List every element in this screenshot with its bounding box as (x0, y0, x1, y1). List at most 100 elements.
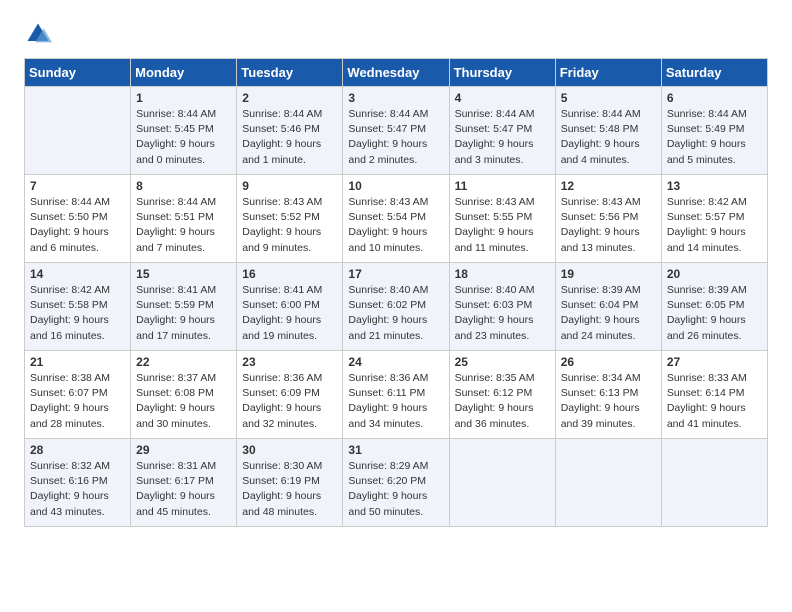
day-info: Sunrise: 8:44 AM Sunset: 5:51 PM Dayligh… (136, 195, 231, 256)
daylight: Daylight: 9 hours and 13 minutes. (561, 226, 640, 253)
day-info: Sunrise: 8:39 AM Sunset: 6:04 PM Dayligh… (561, 283, 656, 344)
calendar-cell: 12 Sunrise: 8:43 AM Sunset: 5:56 PM Dayl… (555, 175, 661, 263)
day-info: Sunrise: 8:37 AM Sunset: 6:08 PM Dayligh… (136, 371, 231, 432)
day-info: Sunrise: 8:43 AM Sunset: 5:54 PM Dayligh… (348, 195, 443, 256)
logo (24, 20, 56, 48)
calendar-cell: 3 Sunrise: 8:44 AM Sunset: 5:47 PM Dayli… (343, 87, 449, 175)
sunset: Sunset: 6:12 PM (455, 387, 533, 399)
daylight: Daylight: 9 hours and 41 minutes. (667, 402, 746, 429)
daylight: Daylight: 9 hours and 26 minutes. (667, 314, 746, 341)
sunrise: Sunrise: 8:29 AM (348, 460, 428, 472)
calendar-cell: 13 Sunrise: 8:42 AM Sunset: 5:57 PM Dayl… (661, 175, 767, 263)
day-info: Sunrise: 8:34 AM Sunset: 6:13 PM Dayligh… (561, 371, 656, 432)
calendar-cell: 16 Sunrise: 8:41 AM Sunset: 6:00 PM Dayl… (237, 263, 343, 351)
day-number: 27 (667, 355, 762, 369)
sunset: Sunset: 5:52 PM (242, 211, 320, 223)
daylight: Daylight: 9 hours and 16 minutes. (30, 314, 109, 341)
day-number: 17 (348, 267, 443, 281)
day-number: 21 (30, 355, 125, 369)
day-info: Sunrise: 8:39 AM Sunset: 6:05 PM Dayligh… (667, 283, 762, 344)
sunset: Sunset: 6:13 PM (561, 387, 639, 399)
sunset: Sunset: 5:46 PM (242, 123, 320, 135)
calendar-day-header: Tuesday (237, 59, 343, 87)
sunrise: Sunrise: 8:44 AM (136, 108, 216, 120)
sunrise: Sunrise: 8:39 AM (561, 284, 641, 296)
calendar-cell: 27 Sunrise: 8:33 AM Sunset: 6:14 PM Dayl… (661, 351, 767, 439)
day-number: 9 (242, 179, 337, 193)
calendar-day-header: Monday (131, 59, 237, 87)
daylight: Daylight: 9 hours and 39 minutes. (561, 402, 640, 429)
calendar-cell: 17 Sunrise: 8:40 AM Sunset: 6:02 PM Dayl… (343, 263, 449, 351)
calendar-cell: 4 Sunrise: 8:44 AM Sunset: 5:47 PM Dayli… (449, 87, 555, 175)
daylight: Daylight: 9 hours and 2 minutes. (348, 138, 427, 165)
sunrise: Sunrise: 8:43 AM (348, 196, 428, 208)
sunset: Sunset: 5:57 PM (667, 211, 745, 223)
day-info: Sunrise: 8:44 AM Sunset: 5:47 PM Dayligh… (348, 107, 443, 168)
calendar-cell: 8 Sunrise: 8:44 AM Sunset: 5:51 PM Dayli… (131, 175, 237, 263)
sunrise: Sunrise: 8:42 AM (667, 196, 747, 208)
calendar-table: SundayMondayTuesdayWednesdayThursdayFrid… (24, 58, 768, 527)
sunrise: Sunrise: 8:43 AM (561, 196, 641, 208)
calendar-cell (449, 439, 555, 527)
sunrise: Sunrise: 8:44 AM (561, 108, 641, 120)
sunrise: Sunrise: 8:36 AM (348, 372, 428, 384)
calendar-cell: 11 Sunrise: 8:43 AM Sunset: 5:55 PM Dayl… (449, 175, 555, 263)
calendar-cell: 2 Sunrise: 8:44 AM Sunset: 5:46 PM Dayli… (237, 87, 343, 175)
day-info: Sunrise: 8:32 AM Sunset: 6:16 PM Dayligh… (30, 459, 125, 520)
day-info: Sunrise: 8:35 AM Sunset: 6:12 PM Dayligh… (455, 371, 550, 432)
day-number: 8 (136, 179, 231, 193)
calendar-day-header: Sunday (25, 59, 131, 87)
calendar-cell: 9 Sunrise: 8:43 AM Sunset: 5:52 PM Dayli… (237, 175, 343, 263)
daylight: Daylight: 9 hours and 45 minutes. (136, 490, 215, 517)
day-number: 14 (30, 267, 125, 281)
day-info: Sunrise: 8:44 AM Sunset: 5:48 PM Dayligh… (561, 107, 656, 168)
sunset: Sunset: 5:55 PM (455, 211, 533, 223)
day-number: 4 (455, 91, 550, 105)
calendar-week-row: 1 Sunrise: 8:44 AM Sunset: 5:45 PM Dayli… (25, 87, 768, 175)
daylight: Daylight: 9 hours and 9 minutes. (242, 226, 321, 253)
day-number: 31 (348, 443, 443, 457)
day-number: 30 (242, 443, 337, 457)
day-info: Sunrise: 8:40 AM Sunset: 6:03 PM Dayligh… (455, 283, 550, 344)
day-info: Sunrise: 8:43 AM Sunset: 5:52 PM Dayligh… (242, 195, 337, 256)
calendar-cell: 10 Sunrise: 8:43 AM Sunset: 5:54 PM Dayl… (343, 175, 449, 263)
sunrise: Sunrise: 8:39 AM (667, 284, 747, 296)
daylight: Daylight: 9 hours and 6 minutes. (30, 226, 109, 253)
sunset: Sunset: 6:02 PM (348, 299, 426, 311)
day-info: Sunrise: 8:30 AM Sunset: 6:19 PM Dayligh… (242, 459, 337, 520)
day-number: 1 (136, 91, 231, 105)
daylight: Daylight: 9 hours and 1 minute. (242, 138, 321, 165)
sunrise: Sunrise: 8:40 AM (455, 284, 535, 296)
day-number: 7 (30, 179, 125, 193)
sunrise: Sunrise: 8:36 AM (242, 372, 322, 384)
daylight: Daylight: 9 hours and 43 minutes. (30, 490, 109, 517)
day-info: Sunrise: 8:43 AM Sunset: 5:56 PM Dayligh… (561, 195, 656, 256)
calendar-day-header: Friday (555, 59, 661, 87)
calendar-cell: 19 Sunrise: 8:39 AM Sunset: 6:04 PM Dayl… (555, 263, 661, 351)
calendar-cell (661, 439, 767, 527)
calendar-cell: 7 Sunrise: 8:44 AM Sunset: 5:50 PM Dayli… (25, 175, 131, 263)
sunrise: Sunrise: 8:35 AM (455, 372, 535, 384)
sunrise: Sunrise: 8:41 AM (242, 284, 322, 296)
day-info: Sunrise: 8:43 AM Sunset: 5:55 PM Dayligh… (455, 195, 550, 256)
sunrise: Sunrise: 8:42 AM (30, 284, 110, 296)
day-info: Sunrise: 8:41 AM Sunset: 5:59 PM Dayligh… (136, 283, 231, 344)
calendar-week-row: 28 Sunrise: 8:32 AM Sunset: 6:16 PM Dayl… (25, 439, 768, 527)
calendar-cell: 23 Sunrise: 8:36 AM Sunset: 6:09 PM Dayl… (237, 351, 343, 439)
day-number: 6 (667, 91, 762, 105)
sunrise: Sunrise: 8:31 AM (136, 460, 216, 472)
sunset: Sunset: 6:20 PM (348, 475, 426, 487)
daylight: Daylight: 9 hours and 7 minutes. (136, 226, 215, 253)
sunset: Sunset: 6:00 PM (242, 299, 320, 311)
day-info: Sunrise: 8:33 AM Sunset: 6:14 PM Dayligh… (667, 371, 762, 432)
day-info: Sunrise: 8:36 AM Sunset: 6:09 PM Dayligh… (242, 371, 337, 432)
daylight: Daylight: 9 hours and 5 minutes. (667, 138, 746, 165)
daylight: Daylight: 9 hours and 11 minutes. (455, 226, 534, 253)
sunrise: Sunrise: 8:44 AM (136, 196, 216, 208)
calendar-day-header: Wednesday (343, 59, 449, 87)
day-number: 3 (348, 91, 443, 105)
sunset: Sunset: 5:48 PM (561, 123, 639, 135)
calendar-cell: 6 Sunrise: 8:44 AM Sunset: 5:49 PM Dayli… (661, 87, 767, 175)
daylight: Daylight: 9 hours and 24 minutes. (561, 314, 640, 341)
daylight: Daylight: 9 hours and 50 minutes. (348, 490, 427, 517)
